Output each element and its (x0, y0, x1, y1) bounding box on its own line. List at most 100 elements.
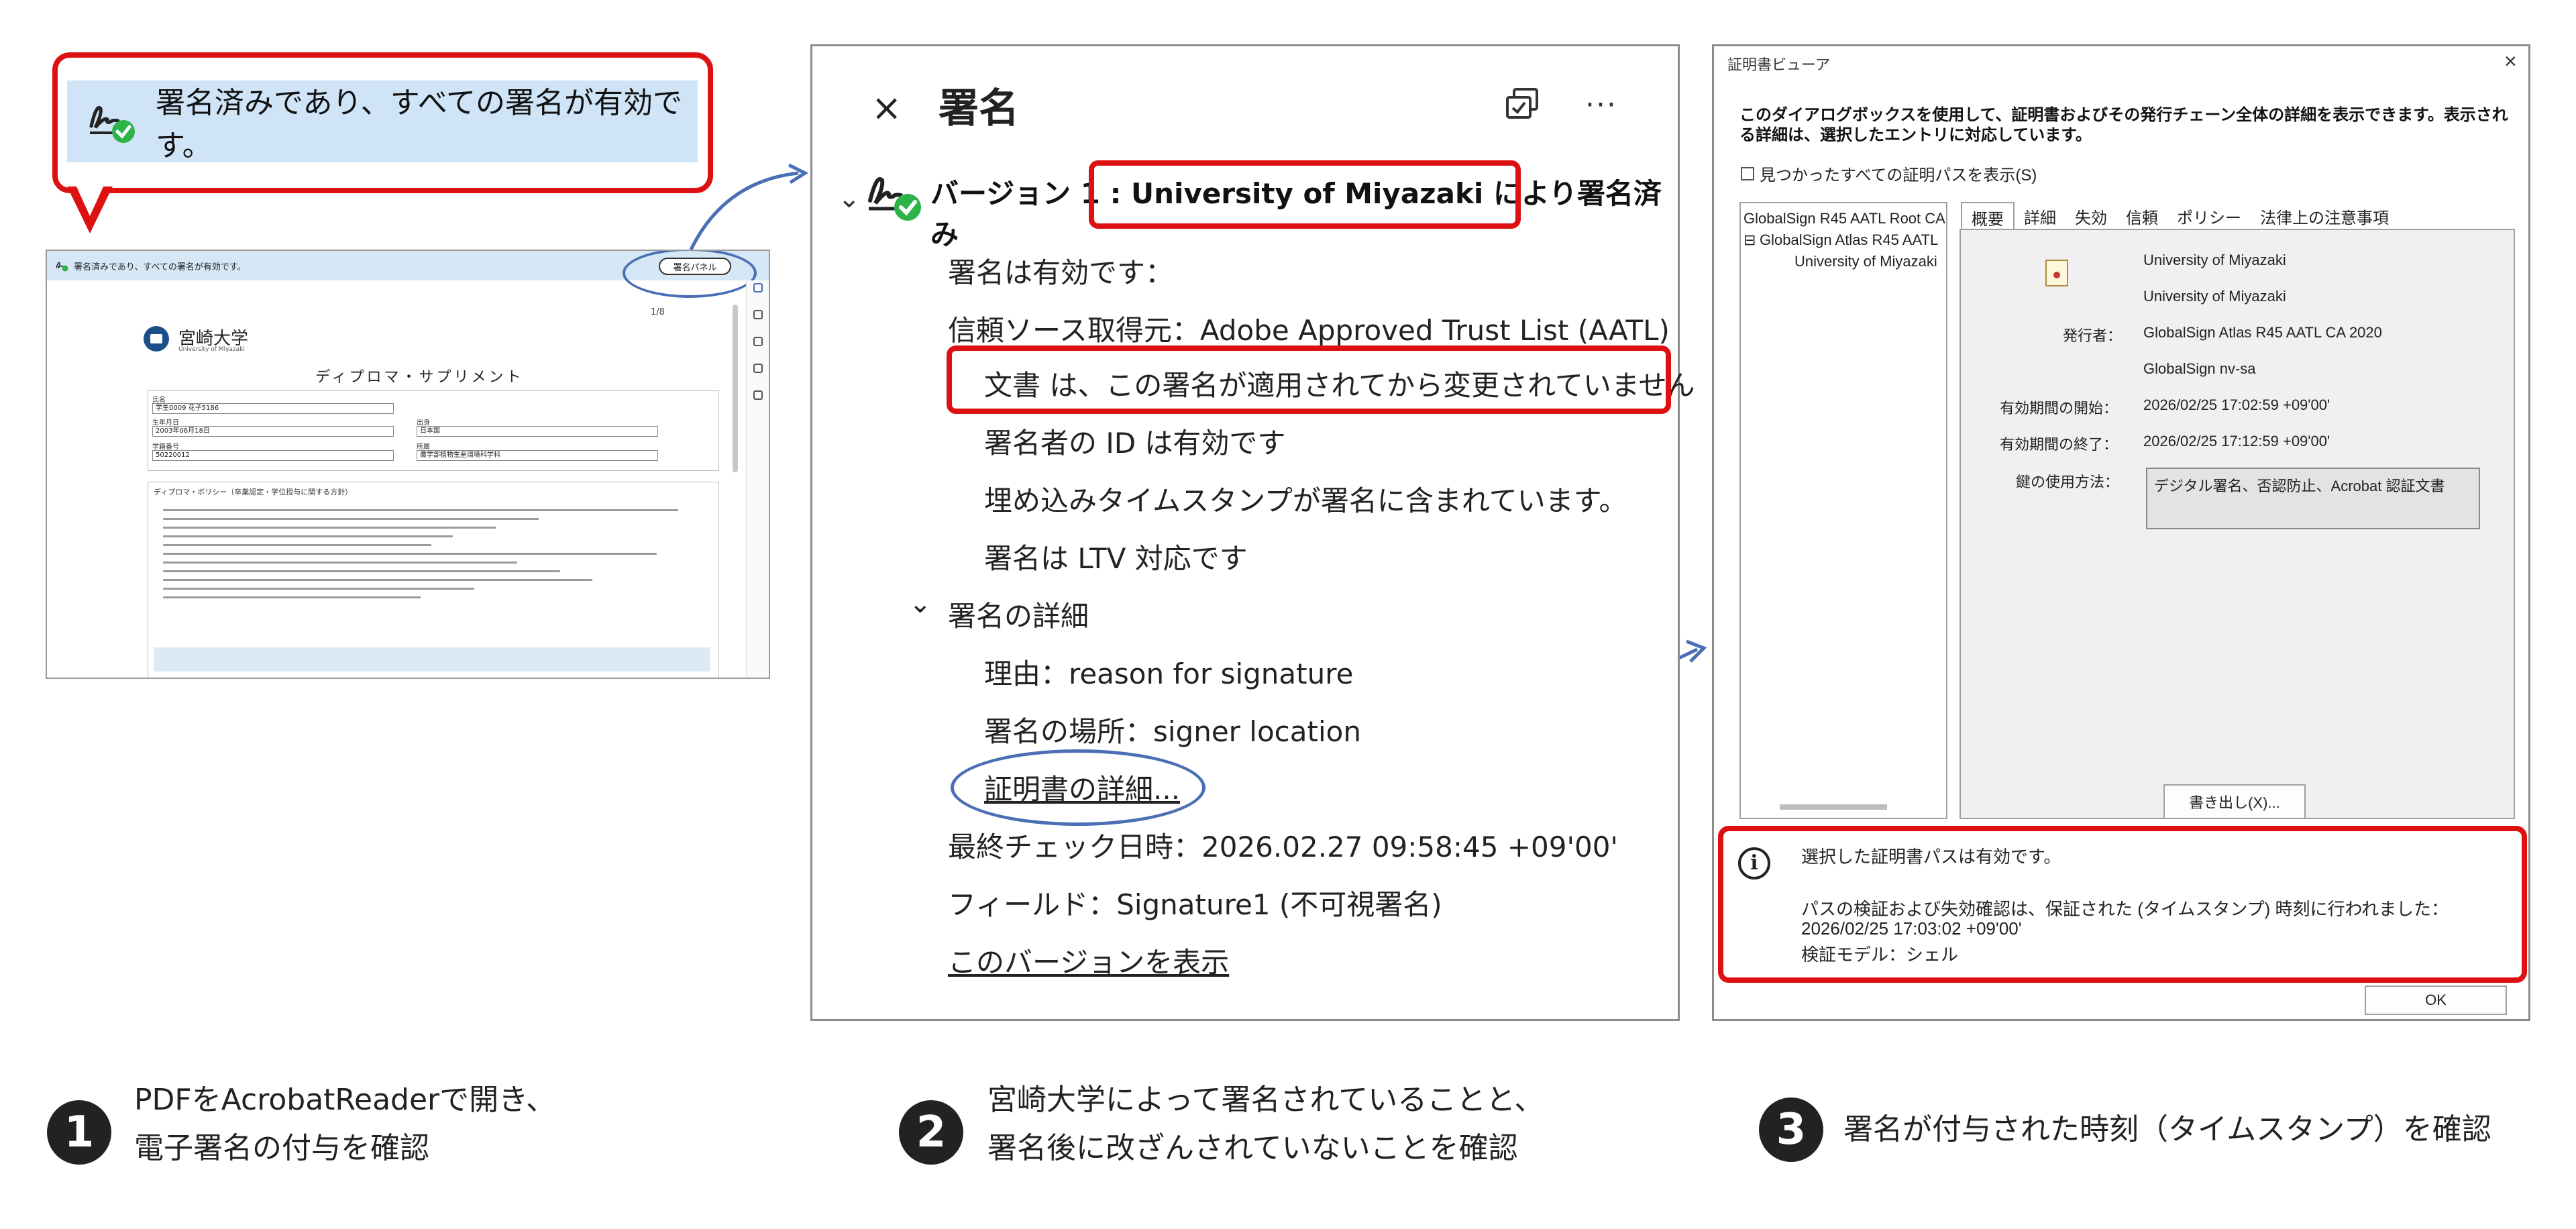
diploma-policy-section: ディプロマ・ポリシー（卒業認定・学位授与に関する方針） (148, 482, 719, 678)
status-line-3: 2026/02/25 17:03:02 +09'00' (1801, 918, 2022, 939)
key-usage-value: デジタル署名、否認防止、Acrobat 認証文書 (2146, 468, 2480, 529)
checkbox-label: 見つかったすべての証明パスを表示(S) (1760, 166, 2037, 184)
field-label: 生年月日 (152, 419, 179, 427)
chevron-down-icon[interactable]: ⌄ (838, 183, 861, 214)
tab-legal-notice[interactable]: 法律上の注意事項 (2251, 202, 2398, 229)
certificate-viewer-dialog: 証明書ビューア × このダイアログボックスを使用して、証明書およびその発行チェー… (1712, 44, 2530, 1021)
view-version-link[interactable]: このバージョンを表示 (948, 940, 1229, 981)
signature-details-header[interactable]: 署名の詳細 (948, 594, 1089, 635)
valid-to-label: 有効期間の終了： (2000, 436, 2118, 453)
annotation-oval (623, 251, 757, 298)
field-value: 学生0009 花子5186 (152, 403, 394, 414)
last-checked-text: 最終チェック日時：2026.02.27 09:58:45 +09'00' (948, 831, 1618, 863)
close-icon[interactable]: × (2504, 49, 2517, 74)
step-3-caption: 署名が付与された時刻（タイムスタンプ）を確認 (1843, 1106, 2491, 1154)
step-number-1: 1 (47, 1100, 111, 1165)
more-options-icon[interactable]: ··· (1585, 88, 1617, 122)
window-title: 証明書ビューア (1727, 56, 1831, 73)
signatures-panel: × 署名 ··· ⌄ バージョン 1 : University of Miyaz… (810, 44, 1695, 1021)
tab-trust[interactable]: 信頼 (2116, 202, 2167, 229)
field-value: 50220012 (152, 450, 394, 461)
tab-details[interactable]: 詳細 (2015, 202, 2065, 229)
field-label: 出身 (417, 419, 430, 427)
field-label: 氏名 (152, 396, 166, 404)
step-number-2: 2 (899, 1100, 963, 1165)
tool-icon[interactable] (753, 283, 763, 292)
panel-title: 署名 (938, 85, 1019, 132)
ok-button[interactable]: OK (2365, 985, 2507, 1015)
signature-valid-text: 署名は有効です： (948, 256, 1174, 289)
checkbox[interactable] (1741, 166, 1754, 180)
tab-bar: 概要 詳細 失効 信頼 ポリシー 法律上の注意事項 (1961, 202, 2511, 229)
signature-status-banner: 署名済みであり、すべての署名が有効です。 (67, 81, 698, 163)
university-logo (144, 326, 169, 352)
valid-from-value: 2026/02/25 17:02:59 +09'00' (2143, 396, 2330, 413)
status-line-1: 選択した証明書パスは有効です。 (1801, 847, 2061, 867)
tool-icon[interactable] (753, 364, 763, 373)
tree-item-intermediate[interactable]: GlobalSign Atlas R45 AATL (1760, 231, 1938, 249)
status-line-4: 検証モデル：シェル (1801, 945, 1959, 965)
cert-subject: University of Miyazaki (2143, 252, 2286, 268)
step-2-line-1: 宮崎大学によって署名されていることと、 (987, 1083, 1544, 1117)
pdf-signature-bar-text: 署名済みであり、すべての署名が有効です。 (74, 262, 246, 272)
signature-valid-icon (55, 260, 68, 272)
step-1-line-2: 電子署名の付与を確認 (134, 1131, 429, 1165)
highlight-box (947, 345, 1671, 414)
step-number-3: 3 (1759, 1098, 1823, 1162)
certificate-icon (2045, 260, 2068, 286)
student-info-form: 氏名 学生0009 花子5186 生年月日 2003年06月18日 学籍番号 5… (148, 390, 719, 471)
pdf-preview: 署名済みであり、すべての署名が有効です。 署名パネル 1/8 宮崎大学 Univ… (46, 250, 770, 679)
validation-status-box: i 選択した証明書パスは有効です。 パスの検証および失効確認は、保証された (タ… (1718, 826, 2527, 983)
trust-source-text: 信頼ソース取得元：Adobe Approved Trust List (AATL… (948, 314, 1670, 347)
field-text: フィールド：Signature1 (不可視署名) (948, 888, 1442, 921)
location-text: 署名の場所：signer location (984, 715, 1361, 748)
close-icon[interactable]: × (871, 87, 902, 129)
issuer-org: GlobalSign nv-sa (2143, 360, 2256, 377)
issuer-value: GlobalSign Atlas R45 AATL CA 2020 (2143, 324, 2382, 341)
step-2-line-2: 署名後に改ざんされていないことを確認 (987, 1131, 1518, 1165)
info-icon: i (1738, 847, 1770, 879)
tab-summary[interactable]: 概要 (1961, 202, 2015, 229)
tree-item-root[interactable]: GlobalSign R45 AATL Root CA (1743, 210, 1945, 227)
field-label: 学籍番号 (152, 443, 179, 451)
tree-expander-icon[interactable]: ⊟ (1743, 231, 1756, 249)
valid-to-value: 2026/02/25 17:12:59 +09'00' (2143, 433, 2330, 449)
tool-icon[interactable] (753, 390, 763, 400)
chevron-down-icon[interactable]: ⌄ (909, 588, 932, 619)
page-number: 1/8 (651, 307, 665, 317)
tool-icon[interactable] (753, 310, 763, 319)
cert-organization: University of Miyazaki (2143, 288, 2286, 305)
document-title: ディプロマ・サプリメント (315, 369, 524, 386)
tab-policy[interactable]: ポリシー (2167, 202, 2251, 229)
scrollbar[interactable] (1780, 804, 1887, 810)
field-value: 2003年06月18日 (152, 426, 394, 437)
tree-item-leaf[interactable]: University of Miyazaki (1794, 253, 1937, 270)
issuer-label: 発行者： (2063, 327, 2123, 344)
field-value: 日本国 (417, 426, 658, 437)
show-all-paths-checkbox[interactable]: 見つかったすべての証明パスを表示(S) (1741, 162, 2037, 185)
signer-id-text: 署名者の ID は有効です (984, 427, 1286, 460)
status-line-2: パスの検証および失効確認は、保証された (タイムスタンプ) 時刻に行われました： (1801, 899, 2449, 919)
step-3-line-1: 署名が付与された時刻（タイムスタンプ）を確認 (1843, 1112, 2491, 1146)
annotation-oval (951, 749, 1205, 826)
university-name-en: University of Miyazaki (178, 346, 245, 353)
validate-all-icon[interactable] (1505, 87, 1541, 123)
step-1-caption: PDFをAcrobatReaderで開き、 電子署名の付与を確認 (134, 1076, 555, 1173)
step-2-caption: 宮崎大学によって署名されていることと、 署名後に改ざんされていないことを確認 (987, 1076, 1544, 1173)
timestamp-text: 埋め込みタイムスタンプが署名に含まれています。 (984, 484, 1627, 517)
ltv-text: 署名は LTV 対応です (984, 542, 1248, 575)
field-label: 所属 (417, 443, 430, 451)
key-usage-label: 鍵の使用方法： (2016, 474, 2120, 490)
pdf-tool-sidebar (746, 280, 769, 678)
certificate-path-tree: GlobalSign R45 AATL Root CA ⊟ GlobalSign… (1739, 202, 1947, 819)
tool-icon[interactable] (753, 337, 763, 346)
signature-status-text: 署名済みであり、すべての署名が有効です。 (156, 86, 682, 163)
field-value: 農学部植物生産環境科学科 (417, 450, 658, 461)
export-button[interactable]: 書き出し(X)... (2163, 784, 2306, 819)
scrollbar[interactable] (733, 305, 738, 472)
tab-revocation[interactable]: 失効 (2065, 202, 2116, 229)
dialog-description: このダイアログボックスを使用して、証明書およびその発行チェーン全体の詳細を表示で… (1739, 106, 2508, 144)
reason-text: 理由：reason for signature (984, 657, 1354, 690)
step-1-line-1: PDFをAcrobatReaderで開き、 (134, 1083, 556, 1117)
valid-from-label: 有効期間の開始： (2000, 400, 2118, 417)
